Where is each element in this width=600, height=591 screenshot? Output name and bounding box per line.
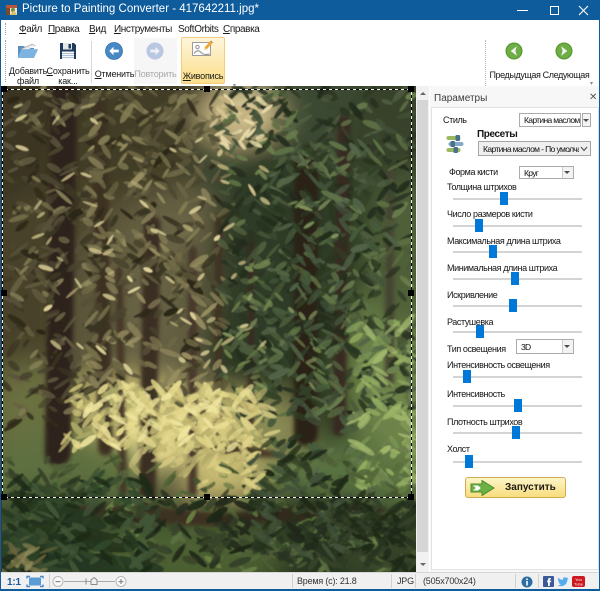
svg-text:Tube: Tube	[574, 582, 584, 587]
